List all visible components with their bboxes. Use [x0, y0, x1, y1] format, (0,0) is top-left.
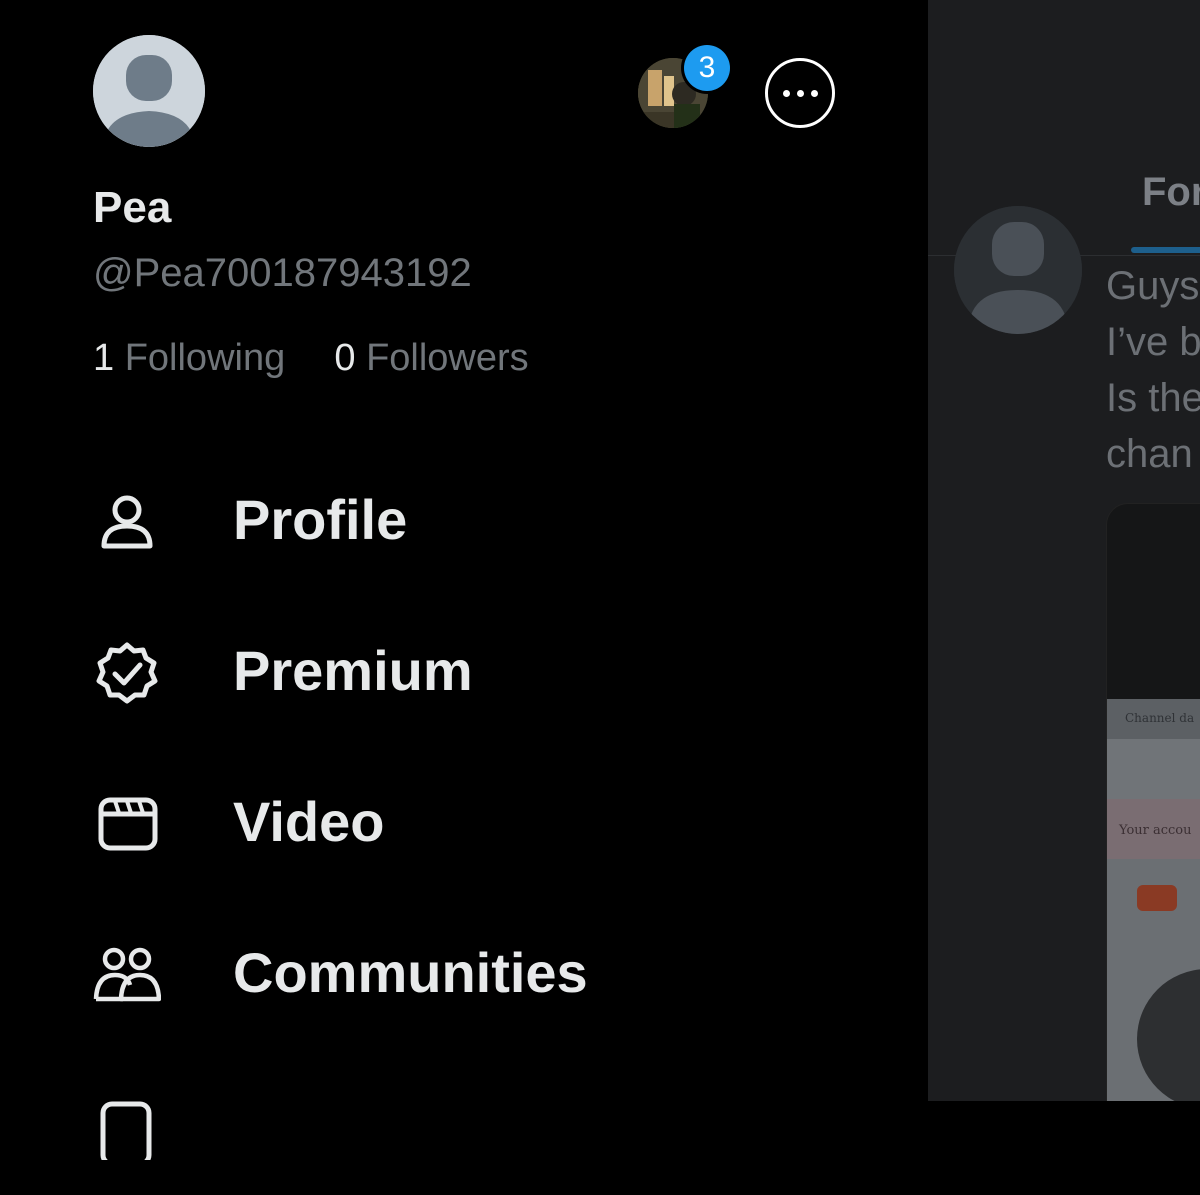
more-dot-icon — [783, 90, 790, 97]
followers-link[interactable]: 0 Followers — [334, 337, 528, 379]
profile-avatar[interactable] — [93, 35, 205, 147]
media-screenshot: Channel da Your accou — [1107, 699, 1200, 1101]
menu-item-profile[interactable]: Profile — [0, 440, 928, 591]
user-handle: @Pea700187943192 — [93, 251, 472, 295]
following-link[interactable]: 1 Following — [93, 337, 296, 379]
menu-label: Profile — [233, 488, 408, 551]
side-drawer: 3 Pea @Pea700187943192 1 Following 0 Fol… — [0, 0, 928, 1160]
more-options-button[interactable] — [765, 58, 835, 128]
drawer-menu: Profile Premium Video Communities — [0, 440, 928, 1195]
tab-for-you[interactable]: For — [1142, 170, 1200, 215]
following-count: 1 — [93, 337, 115, 379]
more-dot-icon — [811, 90, 818, 97]
notification-badge: 3 — [684, 45, 730, 91]
menu-item-video[interactable]: Video — [0, 742, 928, 893]
followers-count: 0 — [334, 337, 356, 379]
default-avatar-icon — [954, 206, 1082, 334]
background-feed: For Guys I’ve b Is the chan Channel da Y… — [928, 0, 1200, 1101]
tab-indicator — [1131, 247, 1200, 253]
media-notice-text: Your accou — [1119, 823, 1192, 838]
post-line: chan — [1106, 432, 1193, 476]
bookmark-icon — [100, 1101, 152, 1160]
followers-label: Followers — [366, 337, 529, 379]
youtube-logo-icon — [1137, 885, 1177, 911]
follow-stats: 1 Following 0 Followers — [93, 331, 529, 385]
display-name[interactable]: Pea — [93, 180, 171, 236]
menu-label: Video — [233, 790, 385, 853]
post-line: Is the — [1106, 376, 1200, 420]
person-icon — [101, 495, 153, 549]
media-tab-text: Channel da — [1125, 711, 1195, 725]
verified-badge-icon — [96, 642, 158, 704]
feed-header: For — [928, 0, 1200, 256]
menu-label: Premium — [233, 639, 473, 702]
menu-label: Communities — [233, 941, 588, 1004]
default-avatar-icon — [93, 35, 205, 147]
menu-item-partial[interactable] — [0, 1044, 928, 1195]
video-icon — [98, 797, 158, 851]
media-address-bar — [1107, 739, 1200, 799]
menu-item-premium[interactable]: Premium — [0, 591, 928, 742]
following-label: Following — [124, 337, 286, 379]
post-media-image[interactable]: Channel da Your accou — [1106, 503, 1200, 1101]
post-text: Guys I’ve b Is the chan — [1106, 258, 1200, 482]
communities-icon — [93, 947, 161, 1002]
post-avatar[interactable] — [954, 206, 1082, 334]
menu-item-communities[interactable]: Communities — [0, 893, 928, 1044]
more-dot-icon — [797, 90, 804, 97]
media-circle — [1137, 969, 1200, 1101]
post-line: I’ve b — [1106, 320, 1200, 364]
post-line: Guys — [1106, 264, 1200, 308]
